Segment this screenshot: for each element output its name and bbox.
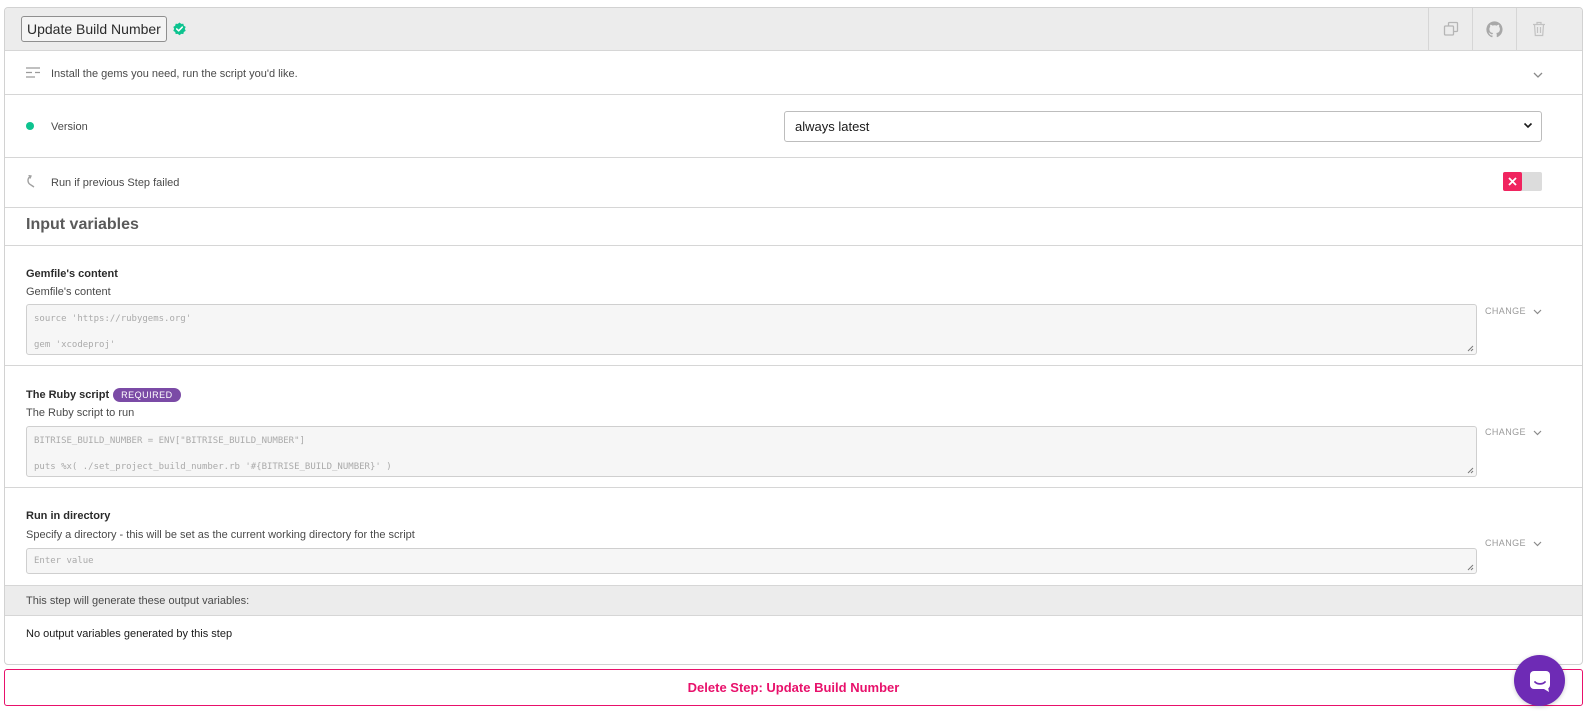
input-placeholder: Enter value [34, 556, 94, 566]
chat-icon [1529, 670, 1550, 692]
resize-handle-icon[interactable] [1467, 467, 1474, 474]
variable-title: Run in directory [26, 510, 111, 522]
step-description: Install the gems you need, run the scrip… [51, 68, 298, 80]
chevron-down-icon [1533, 72, 1543, 78]
no-outputs-message: No output variables generated by this st… [26, 628, 233, 640]
run-directory-variable: Run in directory Specify a directory - t… [5, 488, 1582, 586]
variable-description: Gemfile's content [26, 286, 111, 298]
version-status-dot [26, 122, 34, 130]
run-if-toggle[interactable] [1503, 172, 1542, 191]
version-select[interactable]: always latest [784, 111, 1542, 142]
resize-handle-icon[interactable] [1467, 564, 1474, 571]
gemfile-textarea[interactable]: source 'https://rubygems.org' gem 'xcode… [26, 304, 1477, 355]
variable-description: Specify a directory - this will be set a… [26, 529, 415, 541]
change-button[interactable]: CHANGE [1485, 306, 1526, 316]
delete-step-button[interactable]: Delete Step: Update Build Number [4, 669, 1583, 706]
resize-handle-icon[interactable] [1467, 345, 1474, 352]
run-if-row: Run if previous Step failed [5, 158, 1582, 208]
close-icon [1508, 177, 1517, 186]
code-line: gem 'xcodeproj' [34, 340, 116, 350]
step-header: Update Build Number [5, 8, 1582, 51]
ruby-script-textarea[interactable]: BITRISE_BUILD_NUMBER = ENV["BITRISE_BUIL… [26, 426, 1477, 477]
trash-icon [1532, 21, 1545, 37]
chevron-down-icon [1523, 122, 1533, 129]
description-lines-icon [26, 67, 40, 78]
chevron-down-icon[interactable] [1533, 430, 1542, 436]
variable-title-wrap: The Ruby script REQUIRED [26, 388, 181, 402]
step-description-row[interactable]: Install the gems you need, run the scrip… [5, 51, 1582, 95]
chevron-down-icon[interactable] [1533, 541, 1542, 547]
code-line: puts %x( ./set_project_build_number.rb '… [34, 462, 392, 472]
step-panel: Update Build Number Install the gems you… [4, 7, 1583, 665]
run-if-label: Run if previous Step failed [51, 177, 180, 189]
duplicate-step-button[interactable] [1428, 8, 1472, 50]
variable-title: The Ruby script [26, 388, 110, 401]
ruby-script-variable: The Ruby script REQUIRED The Ruby script … [5, 366, 1582, 488]
support-chat-button[interactable] [1514, 655, 1565, 706]
verified-check-icon [173, 22, 186, 36]
required-badge: REQUIRED [113, 388, 181, 402]
copy-icon [1443, 21, 1458, 36]
section-title: Input variables [26, 216, 139, 233]
run-directory-input[interactable]: Enter value [26, 548, 1477, 574]
github-icon [1486, 20, 1503, 37]
delete-step-icon-button[interactable] [1516, 8, 1560, 50]
gemfile-variable: Gemfile's content Gemfile's content sour… [5, 246, 1582, 366]
version-selected-value: always latest [795, 119, 870, 134]
code-line: BITRISE_BUILD_NUMBER = ENV["BITRISE_BUIL… [34, 436, 305, 446]
output-header-text: This step will generate these output var… [26, 595, 250, 607]
step-title-input[interactable]: Update Build Number [21, 16, 167, 42]
github-source-button[interactable] [1472, 8, 1516, 50]
chevron-down-icon[interactable] [1533, 309, 1542, 315]
output-variables-header: This step will generate these output var… [5, 586, 1582, 616]
change-button[interactable]: CHANGE [1485, 538, 1526, 548]
variable-description: The Ruby script to run [26, 407, 135, 419]
version-row: Version always latest [5, 95, 1582, 158]
code-line: source 'https://rubygems.org' [34, 314, 192, 324]
version-label: Version [51, 121, 88, 133]
variable-title: Gemfile's content [26, 268, 118, 280]
change-button[interactable]: CHANGE [1485, 427, 1526, 437]
branch-arrow-icon [27, 175, 35, 188]
toggle-off-knob [1503, 172, 1522, 191]
input-variables-header: Input variables [5, 208, 1582, 246]
